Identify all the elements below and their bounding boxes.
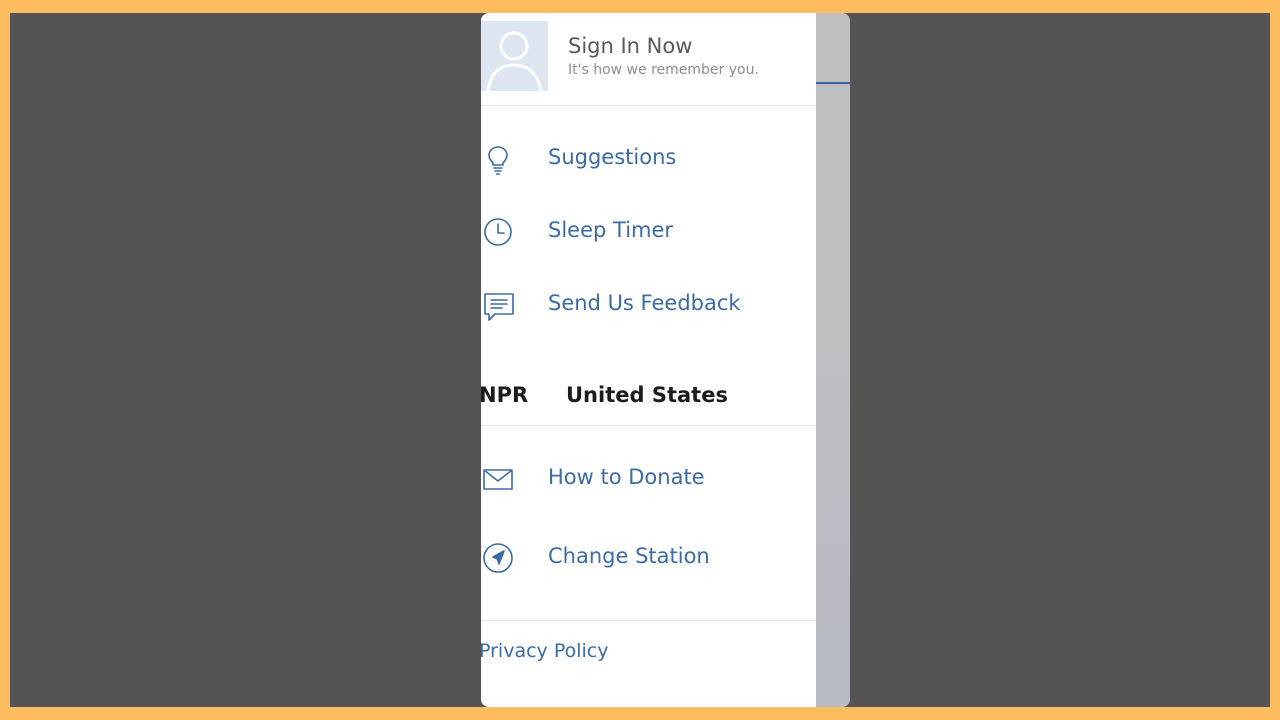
- underlying-tab-indicator: [816, 82, 850, 84]
- sign-in-subtitle: It's how we remember you.: [568, 62, 759, 78]
- user-silhouette-icon: [481, 21, 548, 91]
- dimmed-content-overlay[interactable]: [816, 13, 850, 707]
- sign-in-title[interactable]: Sign In Now: [568, 34, 692, 58]
- sign-in-header[interactable]: Sign In Now It's how we remember you.: [481, 13, 816, 106]
- menu-label-suggestions: Suggestions: [548, 145, 677, 169]
- phone-screen: Sign In Now It's how we remember you. Su…: [481, 13, 850, 707]
- network-label: NPR: [481, 383, 529, 407]
- menu-item-change-station[interactable]: Change Station: [481, 530, 816, 586]
- menu-item-sleep-timer[interactable]: Sleep Timer: [481, 204, 816, 260]
- footer-divider: [481, 620, 816, 621]
- compass-icon: [482, 543, 514, 575]
- menu-label-send-feedback: Send Us Feedback: [548, 291, 741, 315]
- privacy-policy-link[interactable]: Privacy Policy: [481, 640, 608, 662]
- clock-icon: [482, 217, 514, 249]
- chat-bubble-icon: [482, 290, 514, 322]
- menu-item-send-feedback[interactable]: Send Us Feedback: [481, 277, 816, 333]
- menu-label-how-to-donate: How to Donate: [548, 465, 705, 489]
- menu-label-sleep-timer: Sleep Timer: [548, 218, 674, 242]
- lightbulb-icon: [482, 144, 514, 176]
- menu-label-change-station: Change Station: [548, 544, 710, 568]
- envelope-icon: [482, 464, 514, 496]
- menu-item-how-to-donate[interactable]: How to Donate: [481, 451, 816, 507]
- station-section-header: NPR United States: [481, 370, 816, 426]
- navigation-drawer: Sign In Now It's how we remember you. Su…: [481, 13, 816, 707]
- menu-item-suggestions[interactable]: Suggestions: [481, 131, 816, 187]
- region-label: United States: [566, 383, 728, 407]
